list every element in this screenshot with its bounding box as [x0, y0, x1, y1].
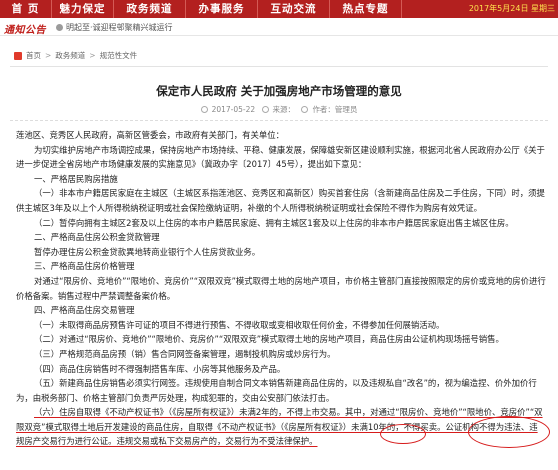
nav-government[interactable]: 政务频道: [114, 0, 186, 18]
breadcrumb-home[interactable]: 首页: [26, 50, 41, 61]
section-heading: 四、严格商品住房交易管理: [34, 305, 135, 316]
paragraph: （三）严格规范商品房预（销）售合同网签备案管理，遏制投机购房或炒房行为。: [34, 348, 336, 359]
breadcrumb: 首页 > 政务频道 > 规范性文件: [14, 50, 137, 61]
nav-charm-baoding[interactable]: 魅力保定: [52, 0, 114, 18]
paragraph: （一）非本市户籍居民家庭在主城区（主城区系指莲池区、竞秀区和高新区）购买首套住房…: [16, 188, 545, 213]
paragraph: （四）商品住房销售时不得强制搭售车库、小房等其他服务及产品。: [34, 363, 286, 374]
paragraph: 对通过“限房价、竞地价”“限地价、竞房价”“双限双竞”模式取得土地的房地产项目，…: [16, 275, 546, 301]
divider: [10, 120, 548, 121]
paragraph: 为切实维护房地产市场调控成果，保持房地产市场持续、平稳、健康发展，保障雄安新区建…: [16, 144, 545, 170]
clock-icon: [200, 106, 208, 113]
section-heading: 二、严格商品住房公积金贷款管理: [34, 232, 160, 243]
nav-hot-topics[interactable]: 热点专题: [330, 0, 402, 18]
paragraph: （二）对通过“限房价、竞地价”“限地价、竞房价”“双限双竞”模式取得土地的房地产…: [34, 334, 504, 345]
notice-logo: 通知公告: [4, 25, 46, 36]
weekday-text: 星期三: [531, 4, 555, 13]
article-source: 来源：: [272, 105, 296, 114]
addressee: 莲池区、竞秀区人民政府，高新区管委会，市政府有关部门，有关单位：: [16, 130, 284, 140]
breadcrumb-separator: >: [45, 51, 52, 60]
breadcrumb-regulations[interactable]: 规范性文件: [100, 50, 138, 61]
date-text: 2017年5月24日: [468, 4, 529, 13]
article-author: 作者：管理员: [312, 105, 358, 114]
paragraph: 暂停办理住房公积金贷款異地转商业银行个人住房贷款业务。: [34, 246, 261, 257]
source-icon: [261, 106, 269, 113]
breadcrumb-government[interactable]: 政务频道: [55, 50, 85, 61]
article-meta: 2017-05-22 来源： 作者：管理员: [0, 104, 558, 115]
bullet-icon: [56, 24, 63, 31]
nav-services[interactable]: 办事服务: [186, 0, 258, 18]
highlighted-paragraph: （六）住房自取得《不动产权证书》（《房屋所有权证》）未满2年的，不得上市交易。其…: [16, 407, 543, 447]
paragraph: （五）新建商品住房销售必须实行网签。违规使用自制合同文本销售新建商品住房的，以及…: [16, 378, 537, 403]
paragraph: （一）未取得商品房预售许可证的项目不得进行预售、不得收取或变相收取任何价金，不得…: [34, 319, 445, 330]
breadcrumb-separator: >: [89, 51, 96, 60]
article-body: 莲池区、竞秀区人民政府，高新区管委会，市政府有关部门，有关单位： 为切实维护房地…: [16, 128, 546, 449]
top-navigation: 首 页 魅力保定 政务频道 办事服务 互动交流 热点专题 2017年5月24日 …: [0, 0, 558, 18]
home-icon: [14, 51, 22, 60]
notice-bar: 通知公告 明起至·诚迎程邨聚精兴城运行: [0, 20, 558, 36]
notice-message[interactable]: 明起至·诚迎程邨聚精兴城运行: [66, 22, 173, 33]
section-heading: 一、严格居民购房措施: [34, 173, 118, 184]
section-heading: 三、严格商品住房价格管理: [34, 261, 135, 272]
article-date: 2017-05-22: [211, 105, 256, 114]
paragraph: （二）暂停向拥有主城区2套及以上住房的本市户籍居民家庭、拥有主城区1套及以上住房…: [34, 217, 514, 228]
nav-home[interactable]: 首 页: [0, 0, 52, 18]
divider: [10, 66, 548, 67]
header-date: 2017年5月24日 星期三: [469, 0, 555, 18]
author-icon: [301, 106, 309, 113]
article-title: 保定市人民政府 关于加强房地产市场管理的意见: [156, 84, 402, 98]
nav-interaction[interactable]: 互动交流: [258, 0, 330, 18]
